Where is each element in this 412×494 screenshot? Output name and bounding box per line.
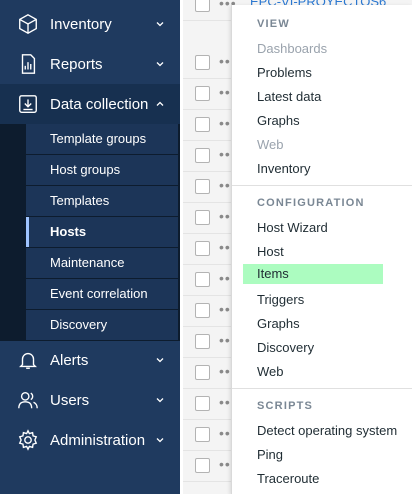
menu-item-discovery[interactable]: Discovery: [257, 340, 314, 355]
row-checkbox[interactable]: [195, 210, 210, 225]
menu-item-triggers[interactable]: Triggers: [257, 292, 304, 307]
row-checkbox[interactable]: [195, 303, 210, 318]
sidebar-item-data-collection[interactable]: Data collection: [0, 84, 180, 124]
sidebar-item-label: Alerts: [50, 352, 89, 369]
menu-item-problems[interactable]: Problems: [257, 65, 312, 80]
chevron-down-icon: [156, 358, 164, 363]
menu-item-config-web[interactable]: Web: [257, 364, 284, 379]
cube-icon: [19, 14, 37, 34]
row-checkbox[interactable]: [195, 0, 210, 12]
sidebar-item-label: Users: [50, 392, 90, 409]
data-collection-submenu: Template groups Host groups Templates Ho…: [0, 124, 180, 341]
row-checkbox[interactable]: [195, 334, 210, 349]
submenu-item-template-groups[interactable]: Template groups: [26, 124, 178, 154]
row-checkbox[interactable]: [195, 86, 210, 101]
row-checkbox[interactable]: [195, 55, 210, 70]
row-checkbox[interactable]: [195, 396, 210, 411]
row-checkbox[interactable]: [195, 272, 210, 287]
submenu-item-templates[interactable]: Templates: [26, 186, 178, 216]
menu-divider: [232, 185, 412, 186]
row-checkbox[interactable]: [195, 179, 210, 194]
menu-divider: [232, 388, 412, 389]
submenu-item-discovery[interactable]: Discovery: [26, 310, 178, 340]
row-checkbox[interactable]: [195, 148, 210, 163]
chevron-down-icon: [156, 398, 164, 403]
sidebar-item-label: Administration: [50, 432, 146, 449]
menu-item-inventory[interactable]: Inventory: [257, 161, 310, 176]
row-checkbox[interactable]: [195, 458, 210, 473]
menu-item-config-graphs[interactable]: Graphs: [257, 316, 300, 331]
gear-icon: [18, 429, 38, 451]
sidebar-item-users[interactable]: Users: [0, 380, 180, 420]
sidebar: Inventory Reports Data collection Templa…: [0, 0, 180, 494]
menu-section-scripts: SCRIPTS: [257, 400, 314, 412]
users-icon: [18, 391, 38, 409]
menu-item-items[interactable]: Items: [243, 264, 383, 284]
chevron-up-icon: [156, 101, 164, 106]
row-checkbox[interactable]: [195, 241, 210, 256]
menu-item-graphs[interactable]: Graphs: [257, 113, 300, 128]
menu-item-detect-os[interactable]: Detect operating system: [257, 423, 397, 438]
report-icon: [21, 54, 36, 74]
row-checkbox[interactable]: [195, 427, 210, 442]
chevron-down-icon: [156, 22, 164, 27]
menu-section-configuration: CONFIGURATION: [257, 197, 365, 209]
submenu-item-maintenance[interactable]: Maintenance: [26, 248, 178, 278]
menu-item-web: Web: [257, 137, 284, 152]
sidebar-item-label: Reports: [50, 56, 103, 73]
download-icon: [19, 95, 37, 113]
menu-item-latest-data[interactable]: Latest data: [257, 89, 321, 104]
host-context-menu: VIEW Dashboards Problems Latest data Gra…: [231, 5, 412, 494]
row-checkbox[interactable]: [195, 117, 210, 132]
sidebar-item-reports[interactable]: Reports: [0, 44, 180, 84]
bell-icon: [19, 352, 37, 369]
menu-item-host-wizard[interactable]: Host Wizard: [257, 220, 328, 235]
menu-section-view: VIEW: [257, 18, 290, 30]
submenu-item-host-groups[interactable]: Host groups: [26, 155, 178, 185]
chevron-down-icon: [156, 62, 164, 67]
menu-item-traceroute[interactable]: Traceroute: [257, 471, 319, 486]
sidebar-item-inventory[interactable]: Inventory: [0, 4, 180, 44]
sidebar-item-alerts[interactable]: Alerts: [0, 340, 180, 380]
submenu-item-event-correlation[interactable]: Event correlation: [26, 279, 178, 309]
chevron-down-icon: [156, 438, 164, 443]
sidebar-item-label: Inventory: [50, 16, 112, 33]
menu-item-dashboards: Dashboards: [257, 41, 328, 56]
menu-item-host[interactable]: Host: [257, 244, 284, 259]
menu-item-ping[interactable]: Ping: [257, 447, 283, 462]
sidebar-item-administration[interactable]: Administration: [0, 420, 180, 460]
row-checkbox[interactable]: [195, 365, 210, 380]
sidebar-item-label: Data collection: [50, 96, 149, 113]
submenu-item-hosts[interactable]: Hosts: [26, 217, 178, 247]
